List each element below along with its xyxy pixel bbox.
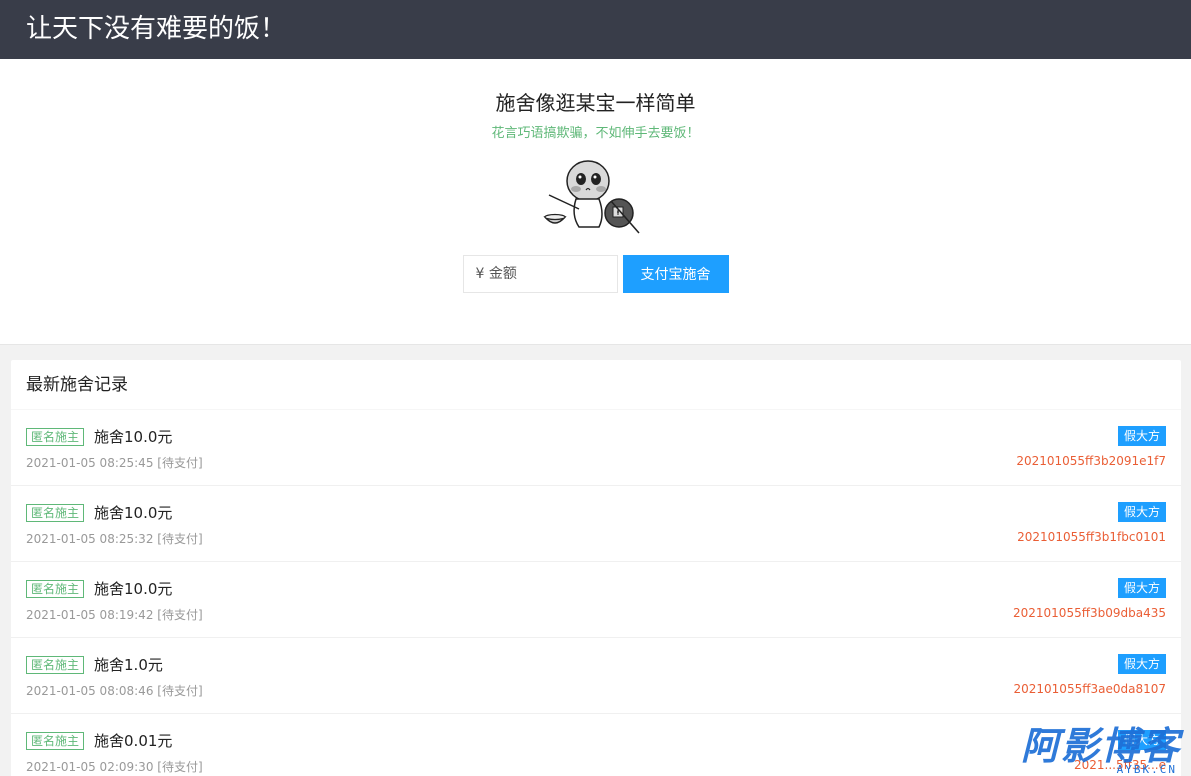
alipay-donate-button[interactable]: 支付宝施舍 [622, 255, 729, 293]
order-number: 2021...5ff35...e [1074, 758, 1166, 772]
list-item: 匿名施主 施舍10.0元 2021-01-05 08:25:32 [待支付] 假… [11, 486, 1181, 562]
donation-amount: 施舍1.0元 [94, 656, 163, 674]
donation-time: 2021-01-05 02:09:30 [待支付] [26, 760, 203, 774]
donation-time: 2021-01-05 08:19:42 [待支付] [26, 608, 203, 622]
records-card: 最新施舍记录 匿名施主 施舍10.0元 2021-01-05 08:25:45 … [11, 360, 1181, 776]
hero-subtitle: 花言巧语搞欺骗，不如伸手去要饭！ [491, 126, 700, 141]
donation-amount: 施舍0.01元 [94, 732, 173, 750]
top-bar: 让天下没有难要的饭！ [0, 0, 1191, 59]
donation-time: 2021-01-05 08:08:46 [待支付] [26, 684, 203, 698]
donation-amount: 施舍10.0元 [94, 428, 173, 446]
anonymous-tag: 匿名施主 [26, 503, 85, 522]
hero-title: 施舍像逛某宝一样简单 [495, 91, 696, 115]
list-item: 匿名施主 施舍10.0元 2021-01-05 08:25:45 [待支付] 假… [11, 410, 1181, 486]
amount-input[interactable] [462, 255, 618, 293]
list-item: 匿名施主 施舍1.0元 2021-01-05 08:08:46 [待支付] 假大… [11, 638, 1181, 714]
donation-hero: 施舍像逛某宝一样简单 花言巧语搞欺骗，不如伸手去要饭！ 支付宝施舍 [0, 59, 1191, 345]
anonymous-tag: 匿名施主 [26, 427, 85, 446]
order-number: 202101055ff3b09dba435 [1013, 606, 1166, 620]
anonymous-tag: 匿名施主 [26, 579, 85, 598]
status-badge: 假大方 [1117, 502, 1166, 522]
order-number: 202101055ff3b2091e1f7 [1016, 454, 1166, 468]
donation-time: 2021-01-05 08:25:32 [待支付] [26, 532, 203, 546]
list-item: 匿名施主 施舍0.01元 2021-01-05 02:09:30 [待支付] 假… [11, 714, 1181, 776]
order-number: 202101055ff3ae0da8107 [1013, 682, 1167, 696]
beggar-mascot-icon [542, 160, 640, 234]
status-badge: 假大方 [1117, 730, 1166, 750]
anonymous-tag: 匿名施主 [26, 731, 85, 750]
status-badge: 假大方 [1117, 654, 1166, 674]
donation-amount: 施舍10.0元 [94, 580, 173, 598]
status-badge: 假大方 [1117, 578, 1166, 598]
site-title: 让天下没有难要的饭！ [26, 14, 287, 44]
donation-amount: 施舍10.0元 [94, 504, 173, 522]
list-item: 匿名施主 施舍10.0元 2021-01-05 08:19:42 [待支付] 假… [11, 562, 1181, 638]
order-number: 202101055ff3b1fbc0101 [1017, 530, 1166, 544]
anonymous-tag: 匿名施主 [26, 655, 85, 674]
pay-row: 支付宝施舍 [0, 255, 1191, 293]
status-badge: 假大方 [1117, 426, 1166, 446]
records-title: 最新施舍记录 [11, 360, 1181, 410]
donation-time: 2021-01-05 08:25:45 [待支付] [26, 456, 203, 470]
